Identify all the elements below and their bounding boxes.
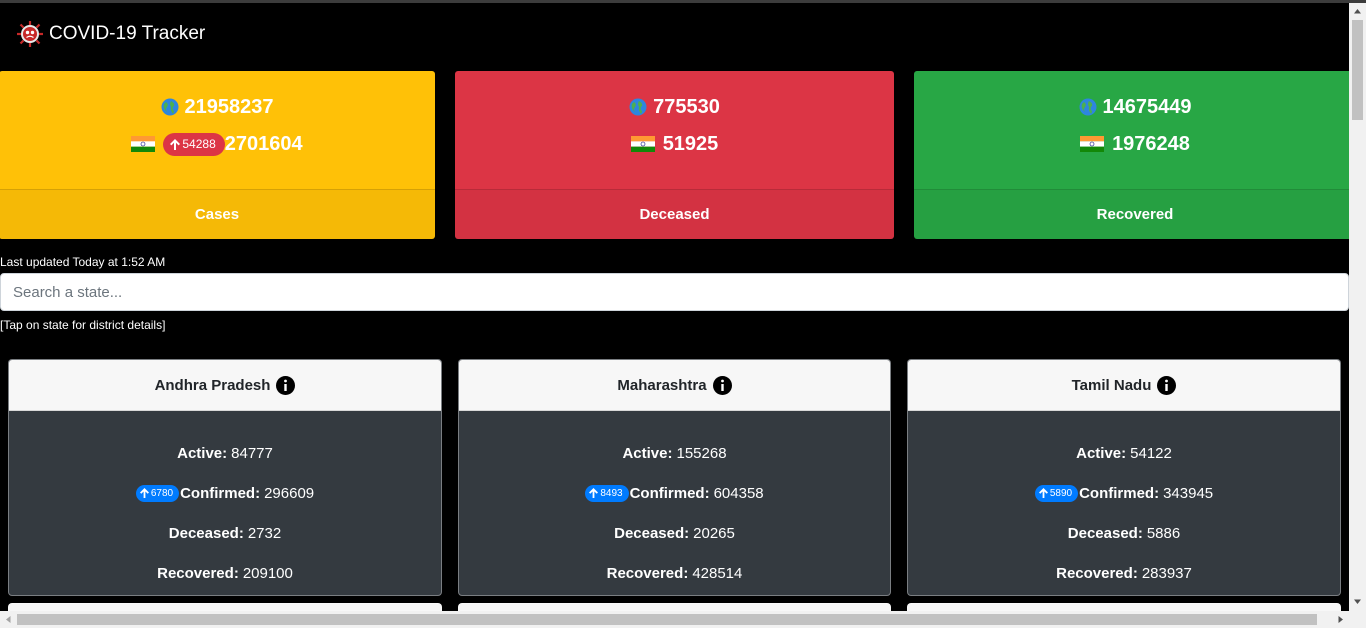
confirmed-value: 604358 (713, 484, 764, 502)
state-card-andhra-pradesh[interactable]: Andhra Pradesh Active: 84777 6780 Confirm… (8, 359, 442, 596)
confirmed-value: 343945 (1163, 484, 1214, 502)
deceased-label: Deceased: (168, 524, 244, 542)
state-card-tamil-nadu[interactable]: Tamil Nadu Active: 54122 5890 Confirmed: 3… (907, 359, 1341, 596)
app-title[interactable]: COVID-19 Tracker (49, 23, 205, 45)
active-label: Active: (622, 444, 673, 462)
active-label: Active: (1076, 444, 1127, 462)
confirmed-delta-value: 5890 (1049, 487, 1073, 499)
india-deceased-value: 51925 (662, 132, 719, 155)
arrow-up-icon (139, 488, 149, 498)
india-cases-delta-badge: 54288 (163, 132, 225, 156)
india-recovered-row: 1976248 (1080, 130, 1190, 158)
deceased-row: Deceased: 5886 (908, 513, 1340, 553)
confirmed-delta-badge: 6780 (135, 484, 180, 502)
confirmed-delta-badge: 8493 (585, 484, 629, 502)
deceased-label: Deceased: (614, 524, 690, 542)
world-cases-row: 21958237 (161, 93, 274, 121)
active-row: Active: 54122 (908, 433, 1340, 473)
active-label: Active: (177, 444, 228, 462)
horizontal-scrollbar[interactable] (0, 611, 1366, 628)
confirmed-value: 296609 (264, 484, 315, 502)
india-deceased-row: 51925 (630, 130, 719, 158)
virus-logo-icon[interactable] (15, 19, 45, 49)
active-row: Active: 155268 (459, 433, 890, 473)
world-cases-value: 21958237 (184, 95, 274, 118)
scroll-right-arrow-icon[interactable] (1336, 615, 1345, 624)
confirmed-delta-badge: 5890 (1034, 484, 1079, 502)
recovered-value: 428514 (692, 564, 743, 582)
state-card-maharashtra[interactable]: Maharashtra Active: 155268 8493 Confirmed… (458, 359, 891, 596)
deceased-label: Deceased (455, 189, 894, 239)
india-flag-icon (131, 136, 156, 152)
deceased-value: 2732 (247, 524, 282, 542)
recovered-value: 209100 (242, 564, 293, 582)
globe-icon (629, 98, 647, 116)
arrow-up-icon (170, 138, 181, 150)
state-card-header[interactable]: Tamil Nadu (908, 360, 1340, 411)
deceased-value: 5886 (1146, 524, 1181, 542)
deceased-label: Deceased: (1067, 524, 1143, 542)
scroll-left-arrow-icon[interactable] (4, 615, 13, 624)
tap-hint-text: [Tap on state for district details] (0, 318, 166, 332)
cases-card: 21958237 54288 2701604 Cases (0, 71, 435, 239)
confirmed-delta-value: 6780 (150, 487, 174, 499)
vertical-scroll-thumb[interactable] (1352, 20, 1363, 120)
recovered-label: Recovered: (157, 564, 239, 582)
globe-icon (161, 98, 178, 116)
info-icon[interactable] (276, 375, 296, 395)
active-value: 155268 (676, 444, 727, 462)
recovered-label: Recovered: (606, 564, 689, 582)
info-icon[interactable] (1157, 375, 1177, 395)
state-card-header[interactable]: Maharashtra (459, 360, 890, 411)
world-recovered-value: 14675449 (1102, 95, 1192, 118)
active-value: 84777 (231, 444, 273, 462)
recovered-label: Recovered (914, 189, 1356, 239)
india-cases-value: 2701604 (224, 132, 303, 155)
cases-label: Cases (0, 189, 435, 239)
world-deceased-value: 775530 (653, 95, 720, 118)
recovered-card: 14675449 1976248 Recovered (914, 71, 1356, 239)
arrow-up-icon (589, 488, 599, 498)
recovered-row: Recovered: 283937 (908, 553, 1340, 593)
india-cases-delta-value: 54288 (182, 137, 216, 151)
deceased-row: Deceased: 2732 (9, 513, 441, 553)
active-row: Active: 84777 (9, 433, 441, 473)
globe-icon (1079, 98, 1096, 116)
confirmed-row: 6780 Confirmed: 296609 (9, 473, 441, 513)
confirmed-label: Confirmed: (629, 484, 710, 502)
state-name: Andhra Pradesh (154, 376, 271, 394)
state-name: Tamil Nadu (1071, 376, 1152, 394)
last-updated-text: Last updated Today at 1:52 AM (0, 255, 166, 269)
info-icon[interactable] (712, 375, 732, 395)
india-cases-row: 54288 2701604 (131, 130, 303, 158)
world-deceased-row: 775530 (629, 93, 720, 121)
navbar: COVID-19 Tracker (0, 3, 1349, 65)
recovered-label: Recovered: (1056, 564, 1138, 582)
scroll-up-arrow-icon[interactable] (1353, 7, 1362, 16)
india-flag-icon (630, 136, 655, 152)
confirmed-label: Confirmed: (1079, 484, 1160, 502)
deceased-value: 20265 (693, 524, 735, 542)
vertical-scrollbar[interactable] (1349, 3, 1366, 611)
horizontal-scroll-thumb[interactable] (17, 614, 1317, 625)
scroll-down-arrow-icon[interactable] (1353, 597, 1362, 606)
active-value: 54122 (1130, 444, 1172, 462)
world-recovered-row: 14675449 (1079, 93, 1192, 121)
state-card-header[interactable]: Andhra Pradesh (9, 360, 441, 411)
arrow-up-icon (1038, 488, 1048, 498)
confirmed-delta-value: 8493 (600, 487, 623, 499)
confirmed-row: 8493 Confirmed: 604358 (459, 473, 890, 513)
recovered-row: Recovered: 428514 (459, 553, 890, 593)
confirmed-row: 5890 Confirmed: 343945 (908, 473, 1340, 513)
india-flag-icon (1080, 136, 1105, 152)
deceased-card: 775530 51925 Deceased (455, 71, 894, 239)
recovered-value: 283937 (1141, 564, 1192, 582)
state-search-input[interactable] (0, 273, 1349, 311)
deceased-row: Deceased: 20265 (459, 513, 890, 553)
recovered-row: Recovered: 209100 (9, 553, 441, 593)
confirmed-label: Confirmed: (180, 484, 261, 502)
state-name: Maharashtra (617, 376, 707, 394)
india-recovered-value: 1976248 (1112, 132, 1190, 155)
